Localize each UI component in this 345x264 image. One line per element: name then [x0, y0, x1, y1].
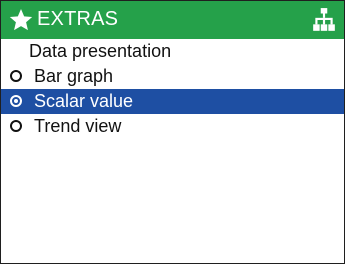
option-label: Trend view — [34, 116, 122, 136]
radio-unselected-icon — [10, 70, 22, 82]
option-label: Bar graph — [34, 66, 114, 86]
page-title: EXTRAS — [37, 8, 119, 30]
options-list: Bar graph Scalar value Trend view — [1, 64, 344, 139]
section-title: Data presentation — [29, 41, 172, 61]
title-bar: EXTRAS — [1, 1, 344, 39]
option-scalar-value[interactable]: Scalar value — [1, 89, 344, 114]
tree-icon[interactable] — [311, 7, 337, 33]
star-icon — [9, 8, 33, 31]
radio-unselected-icon — [10, 120, 22, 132]
option-label: Scalar value — [34, 91, 134, 111]
radio-selected-icon — [10, 95, 22, 107]
option-trend-view[interactable]: Trend view — [1, 114, 344, 139]
option-bar-graph[interactable]: Bar graph — [1, 64, 344, 89]
display-screen: EXTRAS Data presentation Bar graph Scala… — [0, 0, 345, 264]
